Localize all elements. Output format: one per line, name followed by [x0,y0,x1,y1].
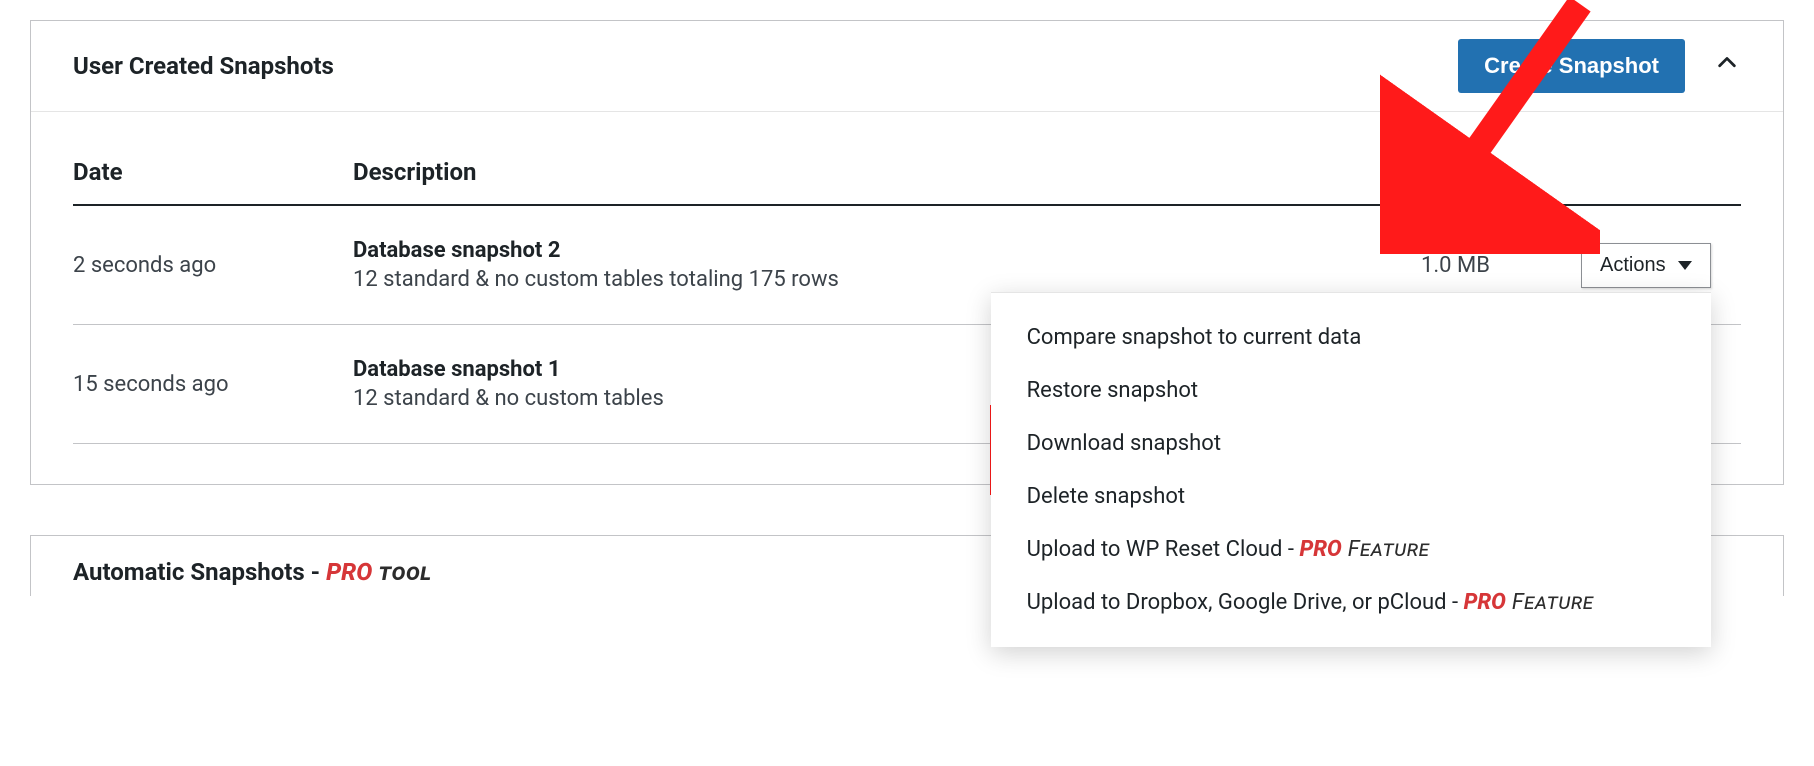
chevron-up-icon [1716,52,1738,80]
actions-dropdown-button[interactable]: Actions [1581,243,1711,288]
menu-item-upload-dropbox[interactable]: Upload to Dropbox, Google Drive, or pClo… [991,576,1711,629]
panel-title: Automatic Snapshots - PRO tool [73,558,432,586]
actions-label: Actions [1600,254,1666,277]
create-snapshot-button[interactable]: Create Snapshot [1458,39,1685,93]
snapshot-subtext: 12 standard & no custom tables totaling … [353,267,1421,292]
menu-item-text: Upload to Dropbox, Google Drive, or pClo… [1027,590,1464,615]
panel-title: User Created Snapshots [73,52,334,80]
pro-feature-label: Feature [1342,537,1430,562]
pro-badge: PRO [1299,537,1341,562]
collapse-toggle[interactable] [1713,52,1741,80]
pro-feature-label: Feature [1506,590,1594,615]
menu-item-restore[interactable]: Restore snapshot [991,364,1711,417]
menu-item-delete[interactable]: Delete snapshot [991,470,1711,523]
pro-badge: PRO [326,558,372,586]
menu-item-upload-cloud[interactable]: Upload to WP Reset Cloud - PRO Feature [991,523,1711,576]
caret-down-icon [1678,261,1692,270]
menu-item-text: Upload to WP Reset Cloud - [1027,537,1300,562]
cell-date: 2 seconds ago [73,205,353,325]
col-header-description: Description [353,144,1421,205]
menu-item-compare[interactable]: Compare snapshot to current data [991,311,1711,364]
table-header-row: Date Description Size [73,144,1741,205]
col-header-actions [1581,144,1741,205]
panel-header: User Created Snapshots Create Snapshot [31,21,1783,112]
panel-header-actions: Create Snapshot [1458,39,1741,93]
pro-badge: PRO [1464,590,1506,615]
menu-item-download[interactable]: Download snapshot [991,417,1711,470]
actions-dropdown-menu: Compare snapshot to current data Restore… [991,292,1711,647]
col-header-date: Date [73,144,353,205]
pro-tool-label: tool [372,558,431,586]
snapshot-name: Database snapshot 2 [353,238,1421,263]
title-text: Automatic Snapshots - [73,558,326,586]
cell-date: 15 seconds ago [73,325,353,444]
col-header-size: Size [1421,144,1581,205]
